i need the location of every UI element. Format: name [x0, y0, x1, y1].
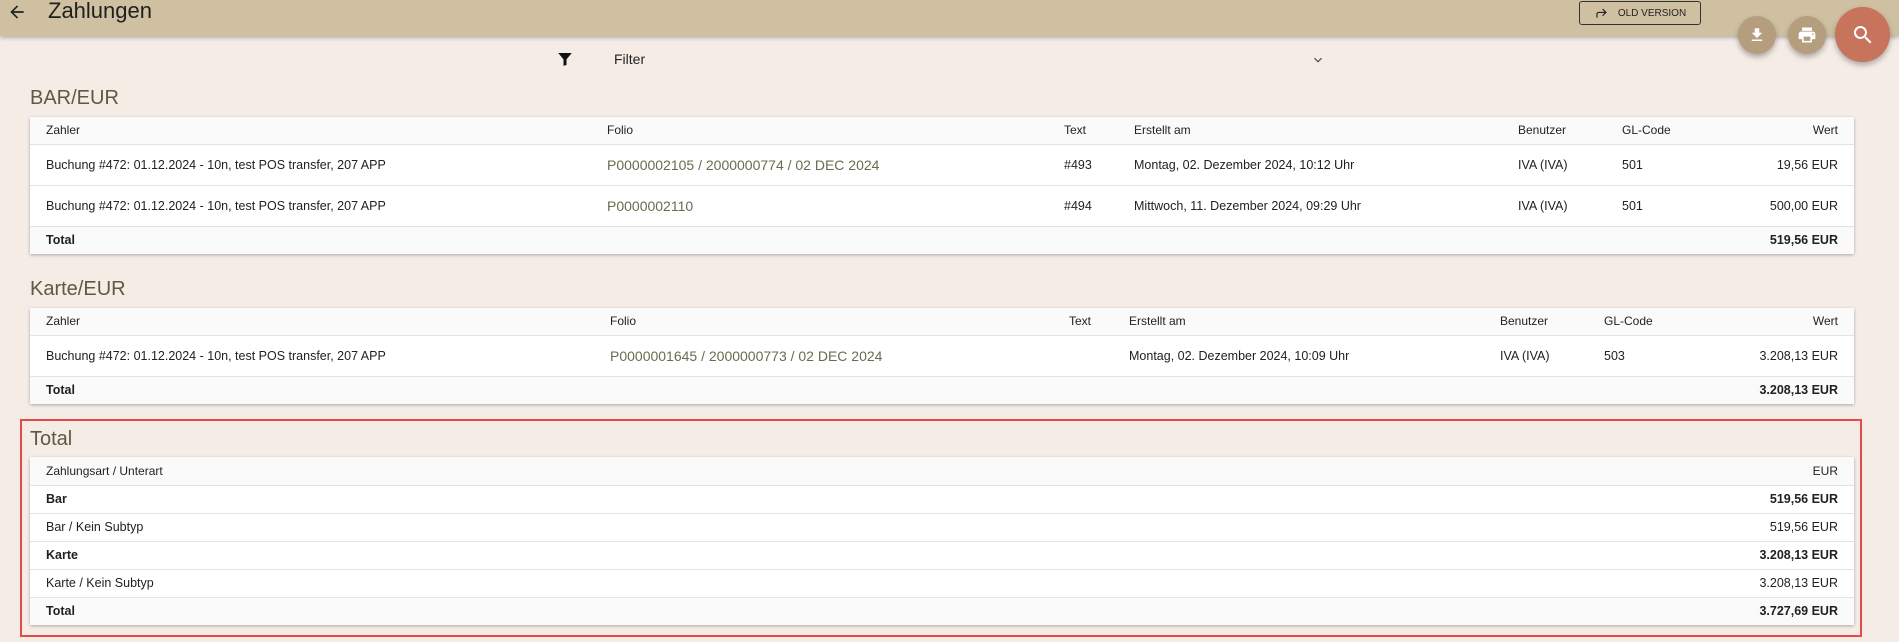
download-button[interactable]: [1738, 16, 1776, 54]
section-title-karte-eur: Karte/EUR: [30, 278, 126, 300]
table-header-row: Zahler Folio Text Erstellt am Benutzer G…: [30, 308, 1854, 336]
column-header: Folio: [594, 308, 1053, 336]
column-header: Zahler: [30, 308, 594, 336]
print-icon: [1798, 27, 1816, 43]
old-version-button[interactable]: OLD VERSION: [1579, 1, 1701, 25]
column-header: GL-Code: [1588, 308, 1690, 336]
total-label: Total: [30, 226, 591, 254]
payer-cell: Buchung #472: 01.12.2024 - 10n, test POS…: [30, 144, 591, 186]
section-title-total: Total: [30, 428, 73, 450]
amount-cell: 519,56 EUR: [1025, 513, 1854, 542]
payment-type-cell: Karte: [30, 541, 1026, 570]
total-value: 3.727,69 EUR: [1025, 597, 1854, 625]
value-cell: 19,56 EUR: [1708, 144, 1854, 186]
download-icon: [1751, 28, 1763, 41]
page-title: Zahlungen: [48, 0, 152, 23]
value-cell: 3.208,13 EUR: [1690, 335, 1854, 377]
column-header: Benutzer: [1502, 117, 1606, 145]
created-cell: Montag, 02. Dezember 2024, 10:09 Uhr: [1113, 335, 1484, 377]
redirect-arrow-icon: [1596, 8, 1607, 18]
karte-eur-table: Zahler Folio Text Erstellt am Benutzer G…: [30, 308, 1854, 404]
column-header: Zahler: [30, 117, 591, 145]
total-value: 519,56 EUR: [1708, 226, 1854, 254]
user-cell: IVA (IVA): [1484, 335, 1588, 377]
payment-type-cell: Karte / Kein Subtyp: [30, 569, 1026, 598]
column-header: Folio: [591, 117, 1048, 145]
old-version-label: OLD VERSION: [1617, 7, 1687, 19]
total-value: 3.208,13 EUR: [1690, 376, 1854, 404]
table-header-row: Zahler Folio Text Erstellt am Benutzer G…: [30, 117, 1854, 145]
table-row: Buchung #472: 01.12.2024 - 10n, test POS…: [30, 185, 1854, 227]
value-cell: 500,00 EUR: [1708, 185, 1854, 227]
column-header: Benutzer: [1484, 308, 1588, 336]
bar-eur-table: Zahler Folio Text Erstellt am Benutzer G…: [30, 117, 1854, 254]
column-header: Zahlungsart / Unterart: [30, 457, 1026, 486]
amount-cell: 3.208,13 EUR: [1025, 541, 1854, 570]
user-cell: IVA (IVA): [1502, 185, 1606, 227]
total-row: Total 519,56 EUR: [30, 226, 1854, 254]
folio-link[interactable]: P0000001645 / 2000000773 / 02 DEC 2024: [610, 348, 882, 364]
text-cell: [1053, 335, 1113, 377]
print-button[interactable]: [1788, 16, 1826, 54]
total-label: Total: [30, 376, 594, 404]
folio-link[interactable]: P0000002110: [607, 198, 693, 214]
folio-link[interactable]: P0000002105 / 2000000774 / 02 DEC 2024: [607, 157, 879, 173]
filter-toggle[interactable]: Filter: [556, 46, 1326, 72]
back-arrow-icon[interactable]: [4, 0, 30, 24]
table-row: Buchung #472: 01.12.2024 - 10n, test POS…: [30, 335, 1854, 377]
payment-type-cell: Bar / Kein Subtyp: [30, 513, 1026, 542]
column-header: Erstellt am: [1118, 117, 1502, 145]
section-title-bar-eur: BAR/EUR: [30, 87, 119, 109]
gl-code-cell: 501: [1606, 185, 1708, 227]
column-header: Text: [1048, 117, 1118, 145]
table-row: Bar / Kein Subtyp 519,56 EUR: [30, 513, 1854, 542]
table-header-row: Zahlungsart / Unterart EUR: [30, 457, 1854, 486]
filter-label: Filter: [614, 51, 646, 67]
amount-cell: 519,56 EUR: [1025, 485, 1854, 514]
column-header: Wert: [1690, 308, 1854, 336]
column-header: EUR: [1025, 457, 1854, 486]
gl-code-cell: 503: [1588, 335, 1690, 377]
gl-code-cell: 501: [1606, 144, 1708, 186]
amount-cell: 3.208,13 EUR: [1025, 569, 1854, 598]
column-header: Wert: [1708, 117, 1854, 145]
total-row: Total 3.727,69 EUR: [30, 597, 1854, 625]
table-row: Bar 519,56 EUR: [30, 485, 1854, 514]
filter-icon: [556, 50, 582, 68]
created-cell: Montag, 02. Dezember 2024, 10:12 Uhr: [1118, 144, 1502, 186]
search-icon: [1853, 25, 1871, 43]
app-toolbar: Zahlungen OLD VERSION: [0, 0, 1899, 36]
table-row: Karte 3.208,13 EUR: [30, 541, 1854, 570]
total-label: Total: [30, 597, 1026, 625]
total-row: Total 3.208,13 EUR: [30, 376, 1854, 404]
summary-table: Zahlungsart / Unterart EUR Bar 519,56 EU…: [30, 457, 1854, 625]
table-row: Buchung #472: 01.12.2024 - 10n, test POS…: [30, 144, 1854, 186]
column-header: Text: [1053, 308, 1113, 336]
table-row: Karte / Kein Subtyp 3.208,13 EUR: [30, 569, 1854, 598]
search-button[interactable]: [1835, 7, 1890, 62]
payment-type-cell: Bar: [30, 485, 1026, 514]
chevron-down-icon[interactable]: [1310, 52, 1326, 73]
payer-cell: Buchung #472: 01.12.2024 - 10n, test POS…: [30, 185, 591, 227]
column-header: Erstellt am: [1113, 308, 1484, 336]
created-cell: Mittwoch, 11. Dezember 2024, 09:29 Uhr: [1118, 185, 1502, 227]
user-cell: IVA (IVA): [1502, 144, 1606, 186]
column-header: GL-Code: [1606, 117, 1708, 145]
payer-cell: Buchung #472: 01.12.2024 - 10n, test POS…: [30, 335, 594, 377]
text-cell: #494: [1048, 185, 1118, 227]
text-cell: #493: [1048, 144, 1118, 186]
